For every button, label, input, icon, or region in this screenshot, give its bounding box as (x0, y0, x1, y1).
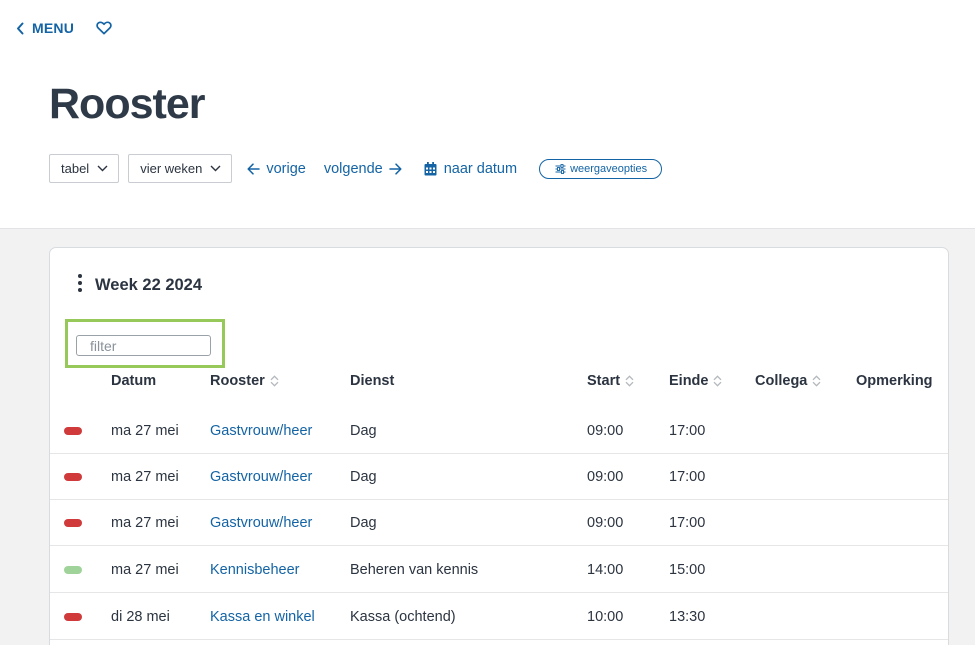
chevron-down-icon (210, 165, 221, 172)
column-header-start[interactable]: Start (587, 373, 634, 389)
favorite-button[interactable] (96, 21, 112, 35)
kebab-icon[interactable] (77, 273, 83, 293)
cell-einde: 17:00 (669, 469, 706, 485)
column-header-datum[interactable]: Datum (111, 373, 156, 389)
cell-rooster-link[interactable]: Kassa en winkel (210, 594, 315, 640)
sliders-icon (555, 163, 566, 174)
sort-icon (714, 375, 722, 387)
cell-dienst: Dag (350, 469, 377, 485)
status-indicator (64, 613, 82, 621)
cell-dienst: Dag (350, 515, 377, 531)
period-select[interactable]: vier weken (128, 154, 233, 183)
cell-datum: ma 27 mei (111, 515, 179, 531)
cell-start: 14:00 (587, 562, 624, 578)
go-to-date-link[interactable]: naar datum (424, 161, 517, 177)
top-nav: MENU (16, 18, 112, 38)
view-select-value: tabel (61, 161, 90, 176)
cell-einde: 17:00 (669, 423, 706, 439)
table-row[interactable]: ma 27 mei Kennisbeheer Beheren van kenni… (50, 547, 948, 593)
table-row[interactable]: ma 27 mei Gastvrouw/heer Dag 09:00 17:00 (50, 454, 948, 500)
cell-datum: ma 27 mei (111, 423, 179, 439)
view-select[interactable]: tabel (49, 154, 120, 183)
menu-button[interactable]: MENU (16, 20, 74, 36)
page-title: Rooster (49, 80, 205, 128)
column-header-einde[interactable]: Einde (669, 373, 722, 389)
menu-label: MENU (32, 20, 75, 36)
column-header-dienst[interactable]: Dienst (350, 373, 394, 389)
go-to-date-label: naar datum (443, 160, 518, 177)
status-indicator (64, 566, 82, 574)
cell-datum: ma 27 mei (111, 562, 179, 578)
cell-rooster-link[interactable]: Gastvrouw/heer (210, 408, 312, 454)
calendar-icon (424, 161, 437, 175)
week-card: Week 22 2024 Datum Rooster Dienst Start … (49, 247, 949, 645)
cell-dienst: Kassa (ochtend) (350, 609, 456, 625)
status-indicator (64, 519, 82, 527)
cell-rooster-link[interactable]: Gastvrouw/heer (210, 500, 312, 546)
next-link[interactable]: volgende (324, 161, 402, 177)
cell-einde: 15:00 (669, 562, 706, 578)
cell-rooster-link[interactable]: Gastvrouw/heer (210, 454, 312, 500)
cell-einde: 13:30 (669, 609, 706, 625)
column-header-label: Start (587, 373, 621, 389)
table-row[interactable]: di 28 mei Kassa en winkel Kassa (ochtend… (50, 594, 948, 640)
week-title: Week 22 2024 (95, 276, 203, 294)
next-label: volgende (323, 160, 383, 177)
filter-highlight (65, 319, 225, 368)
cell-dienst: Dag (350, 423, 377, 439)
table-row[interactable]: ma 27 mei Gastvrouw/heer Dag 09:00 17:00 (50, 500, 948, 546)
arrow-right-icon (388, 162, 402, 175)
period-select-value: vier weken (140, 161, 203, 176)
cell-rooster-link[interactable]: Kennisbeheer (210, 547, 300, 593)
cell-datum: di 28 mei (111, 609, 170, 625)
status-indicator (64, 473, 82, 481)
sort-icon (270, 375, 279, 387)
display-options-label: weergaveopties (570, 162, 648, 175)
column-header-label: Dienst (350, 373, 395, 389)
cell-start: 09:00 (587, 515, 624, 531)
sort-icon (625, 375, 634, 387)
toolbar: tabel vier weken vorige volgende naar da… (49, 154, 663, 183)
sort-icon (812, 375, 821, 387)
filter-input[interactable] (76, 335, 211, 356)
table-row[interactable]: ma 27 mei Gastvrouw/heer Dag 09:00 17:00 (50, 408, 948, 454)
column-header-label: Collega (755, 373, 808, 389)
column-header-label: Einde (669, 373, 709, 389)
column-header-collega[interactable]: Collega (755, 373, 821, 389)
cell-einde: 17:00 (669, 515, 706, 531)
previous-label: vorige (266, 160, 306, 177)
cell-start: 09:00 (587, 423, 624, 439)
column-header-label: Opmerking (856, 373, 933, 389)
heart-icon (96, 21, 112, 35)
chevron-down-icon (97, 165, 108, 172)
cell-datum: ma 27 mei (111, 469, 179, 485)
cell-start: 09:00 (587, 469, 624, 485)
column-header-label: Rooster (210, 373, 265, 389)
display-options-button[interactable]: weergaveopties (539, 158, 663, 179)
cell-start: 10:00 (587, 609, 624, 625)
status-indicator (64, 427, 82, 435)
column-header-opmerking[interactable]: Opmerking (856, 373, 933, 389)
cell-dienst: Beheren van kennis (350, 562, 479, 578)
chevron-left-icon (17, 22, 24, 34)
column-header-rooster[interactable]: Rooster (210, 373, 279, 389)
arrow-left-icon (247, 162, 261, 175)
previous-link[interactable]: vorige (247, 161, 306, 177)
column-header-label: Datum (111, 373, 157, 389)
